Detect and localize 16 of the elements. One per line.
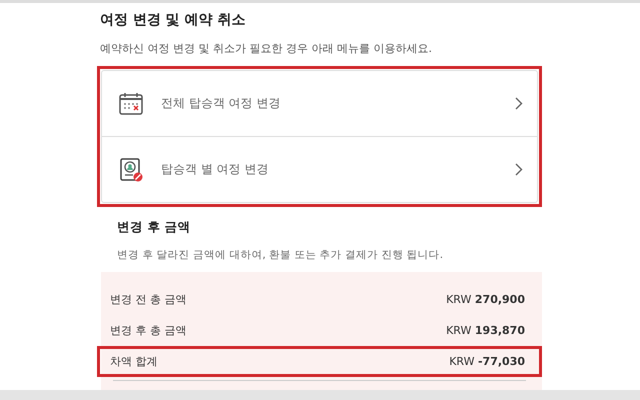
section-description: 변경 후 달라진 금액에 대하여, 환불 또는 추가 결제가 진행 됩니다. xyxy=(117,248,444,262)
amount-label: 차액 합계 xyxy=(110,354,158,369)
calendar-icon xyxy=(118,90,144,116)
amount-value: KRW -77,030 xyxy=(449,355,525,368)
amount-value: KRW 193,870 xyxy=(446,324,525,337)
amount-value: KRW 270,900 xyxy=(446,293,525,306)
menu-item[interactable]: 전체 탑승객 여정 변경 xyxy=(102,71,537,136)
amount-label: 변경 후 총 금액 xyxy=(110,323,186,338)
chevron-right-icon xyxy=(515,163,523,176)
amount-label: 변경 전 총 금액 xyxy=(110,292,186,307)
section-title: 여정 변경 및 예약 취소 xyxy=(100,11,246,29)
chevron-right-icon xyxy=(515,97,523,110)
section-description: 예약하신 여정 변경 및 취소가 필요한 경우 아래 메뉴를 이용하세요. xyxy=(100,41,433,56)
menu-item[interactable]: 탑승객 별 여정 변경 xyxy=(102,136,537,202)
section-title: 변경 후 금액 xyxy=(117,219,192,236)
id-card-icon xyxy=(118,156,144,182)
